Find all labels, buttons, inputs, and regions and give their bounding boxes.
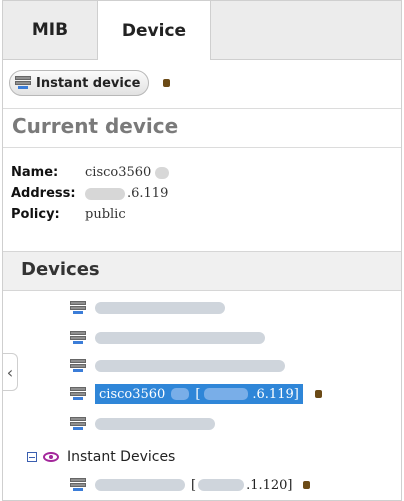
chevron-left-icon: ‹ — [6, 362, 14, 382]
field-row-name: Name: cisco3560 — [11, 162, 170, 183]
redacted-text — [204, 388, 249, 400]
group-label: Instant Devices — [67, 449, 176, 465]
status-icon — [163, 79, 171, 87]
redacted-text — [95, 302, 225, 314]
field-label: Address: — [11, 186, 76, 201]
redacted-text — [95, 479, 185, 491]
status-icon — [302, 481, 310, 489]
field-value: public — [85, 207, 126, 222]
bracket-open: [ — [191, 477, 197, 493]
server-icon — [14, 75, 32, 91]
tab-device[interactable]: Device — [97, 1, 211, 60]
redacted-text — [85, 187, 125, 200]
instant-device-button[interactable]: Instant device — [9, 70, 150, 96]
server-icon — [69, 358, 87, 374]
server-icon — [69, 386, 87, 402]
current-device-header: Current device — [3, 108, 401, 148]
group-icon — [43, 452, 59, 462]
redacted-text — [198, 479, 245, 491]
current-device-title: Current device — [12, 114, 179, 138]
field-label: Name: — [11, 165, 59, 180]
field-row-address: Address: .6.119 — [11, 183, 169, 204]
list-item[interactable]: [ .1.120] — [69, 474, 310, 496]
field-value: .6.119 — [127, 186, 169, 201]
toolbar: Instant device — [9, 69, 171, 97]
redacted-text — [95, 360, 285, 372]
instant-device-label: Instant device — [36, 75, 141, 91]
list-item-selected[interactable]: cisco3560 [ .6.119] — [69, 383, 322, 405]
field-value: cisco3560 — [85, 165, 152, 180]
status-icon — [314, 390, 322, 398]
device-address: .6.119] — [252, 386, 299, 402]
bracket-open: [ — [195, 386, 201, 402]
devices-title: Devices — [21, 259, 100, 280]
server-icon — [69, 300, 87, 316]
current-device-info: Name: cisco3560 Address: .6.119 Policy: … — [11, 162, 170, 225]
device-name: cisco3560 — [99, 386, 166, 402]
field-label: Policy: — [11, 207, 60, 222]
device-panel: MIB Device Instant device Current device… — [2, 0, 402, 501]
redacted-text — [95, 332, 265, 344]
redacted-text — [95, 418, 215, 430]
collapse-panel-button[interactable]: ‹ — [3, 353, 18, 391]
list-item[interactable] — [69, 355, 285, 377]
tab-mib[interactable]: MIB — [3, 1, 97, 59]
tab-bar: MIB Device — [3, 1, 401, 60]
list-item[interactable] — [69, 413, 215, 435]
server-icon — [69, 477, 87, 493]
instant-devices-group[interactable]: Instant Devices — [27, 446, 175, 468]
selected-device[interactable]: cisco3560 [ .6.119] — [95, 384, 303, 404]
collapse-group-icon[interactable] — [27, 452, 37, 462]
redacted-text — [171, 388, 190, 400]
devices-header: Devices — [3, 251, 401, 291]
device-address: .1.120] — [246, 477, 293, 493]
field-row-policy: Policy: public — [11, 204, 169, 225]
redacted-text — [155, 166, 170, 179]
list-item[interactable] — [69, 297, 225, 319]
server-icon — [69, 330, 87, 346]
server-icon — [69, 416, 87, 432]
list-item[interactable] — [69, 327, 265, 349]
